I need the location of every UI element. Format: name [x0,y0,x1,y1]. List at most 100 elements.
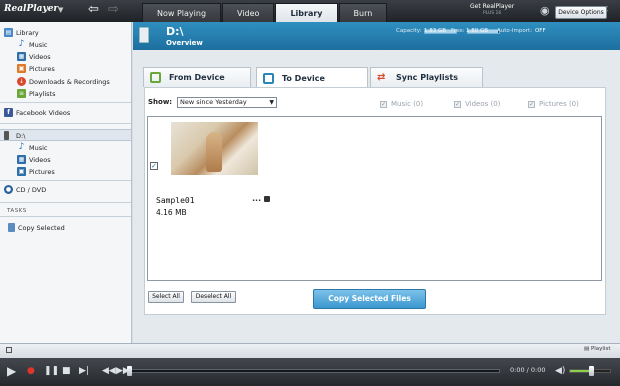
checkbox-icon: ✓ [380,100,387,108]
deselect-all-button[interactable]: Deselect All [191,291,236,303]
sidebar-item-label: D:\ [16,131,26,140]
sidebar-item-device-music[interactable]: ♪ Music [17,142,48,153]
film-icon: ▦ [17,155,26,164]
checkbox-label: Music (0) [391,100,424,108]
sidebar-item-label: Facebook Videos [16,108,71,117]
tab-burn[interactable]: Burn [338,3,388,22]
file-name: Sample01 [156,196,195,205]
chevron-down-icon: ▼ [269,99,274,106]
get-realplayer-plus-link[interactable]: Get RealPlayer PLUS 16 [470,3,514,17]
record-icon[interactable]: ● [27,366,35,377]
sidebar-item-downloads[interactable]: ↓ Downloads & Recordings [17,76,110,87]
status-bar [0,343,620,358]
free-value: 1.80 GB [466,28,489,34]
device-status-icon [264,196,270,202]
device-subtitle: Overview [166,39,203,47]
picture-icon: ▣ [17,64,26,73]
select-all-button[interactable]: Select All [148,291,184,303]
next-icon[interactable]: ▶| [79,366,89,377]
show-filter-select[interactable]: New since Yesterday ▼ [177,97,277,108]
sidebar-divider [0,102,131,103]
sidebar-item-music[interactable]: ♪ Music [17,39,48,50]
seek-handle[interactable] [127,366,132,376]
device-options-button[interactable]: Device Options [555,6,607,19]
auto-import-readout: Auto-Import: OFF [497,28,546,34]
mini-mode-icon[interactable] [6,347,12,353]
sidebar-item-label: Music [29,40,48,49]
tab-sync-playlists[interactable]: ⇄ Sync Playlists [370,67,483,87]
device-icon [139,27,149,43]
sidebar-item-device-pictures[interactable]: ▣ Pictures [17,166,55,177]
sidebar-item-label: Pictures [29,167,55,176]
checkbox-label: Videos (0) [465,100,501,108]
copy-selected-files-button[interactable]: Copy Selected Files [313,289,426,309]
sidebar-divider [0,216,131,217]
music-filter-checkbox[interactable]: ✓ Music (0) [380,100,423,108]
app-logo[interactable]: RealPlayer [4,4,58,14]
tab-to-device[interactable]: To Device [256,67,368,88]
tab-from-device[interactable]: From Device [143,67,251,87]
volume-handle[interactable] [589,366,594,376]
device-title: D:\ [166,25,184,38]
video-thumbnail[interactable] [171,122,258,175]
file-size: 4.16 MB [156,208,187,217]
checkbox-label: Pictures (0) [539,100,579,108]
copy-icon [8,223,15,232]
sidebar-item-device-videos[interactable]: ▦ Videos [17,154,51,165]
task-copy-selected[interactable]: Copy Selected [8,222,65,233]
tab-library[interactable]: Library [275,3,338,22]
device-header: D:\ Overview Capacity: 1.83 GB Free: 1.8… [133,22,620,50]
sidebar-item-label: Videos [29,52,51,61]
disc-icon: ● [4,185,13,194]
rewind-icon[interactable]: ◀◀ [102,366,116,377]
capacity-value: 1.83 GB [424,28,447,34]
facebook-icon: f [4,108,13,117]
device-icon [4,131,9,140]
sidebar-item-label: CD / DVD [16,185,47,194]
tasks-heading: TASKS [7,208,27,214]
tab-label: To Device [282,73,325,83]
stop-icon[interactable]: ■ [62,366,71,377]
sidebar-item-cd-dvd[interactable]: ● CD / DVD [4,184,46,195]
play-icon[interactable]: ▶ [7,365,16,377]
export-icon [263,72,274,84]
pictures-filter-checkbox[interactable]: ✓ Pictures (0) [528,100,579,108]
file-select-checkbox[interactable]: ✓ [150,162,158,170]
file-more-options[interactable]: ... [252,194,261,203]
tab-now-playing[interactable]: Now Playing [142,3,222,22]
sidebar-item-label: Playlists [29,89,56,98]
auto-import-value: OFF [534,28,546,34]
pause-icon[interactable]: ❚❚ [44,366,59,377]
forward-arrow-icon[interactable]: ⇨ [108,3,119,17]
chevron-down-icon[interactable]: ▼ [58,6,63,14]
show-filter-value: New since Yesterday [180,98,247,106]
sidebar-item-label: Downloads & Recordings [29,77,110,86]
sidebar-item-pictures[interactable]: ▣ Pictures [17,63,55,74]
sidebar-item-device[interactable]: D:\ [4,130,25,141]
tab-label: From Device [169,73,225,82]
videos-filter-checkbox[interactable]: ✓ Videos (0) [454,100,500,108]
sidebar-item-label: Videos [29,155,51,164]
playlist-label: Playlist [590,346,611,352]
playlist-toggle[interactable]: ▤ Playlist [584,346,611,352]
seek-bar[interactable] [128,369,500,373]
tab-video[interactable]: Video [222,3,275,22]
title-bar: RealPlayer ▼ ⇦ ⇨ Now Playing Video Libra… [0,0,620,22]
playlist-icon: ≡ [17,89,26,98]
sidebar-item-playlists[interactable]: ≡ Playlists [17,88,56,99]
capacity-readout: Capacity: 1.83 GB [396,28,457,34]
sidebar-item-label: Library [16,28,39,37]
sidebar-item-library[interactable]: ▤ Library [4,27,39,38]
sync-icon: ⇄ [377,72,386,83]
sidebar-item-videos[interactable]: ▦ Videos [17,51,51,62]
import-icon [150,72,161,83]
eye-icon[interactable]: ◉ [540,4,550,17]
time-readout: 0:00 / 0:00 [510,366,546,374]
sidebar-item-facebook-videos[interactable]: f Facebook Videos [4,107,70,118]
back-arrow-icon[interactable]: ⇦ [88,3,99,17]
free-label: Free: [451,28,465,34]
tab-label: Sync Playlists [396,73,459,82]
sidebar-item-label: Music [29,143,48,152]
volume-icon[interactable]: ◀) [555,366,565,377]
get-realplayer-label: Get RealPlayer [470,3,515,10]
